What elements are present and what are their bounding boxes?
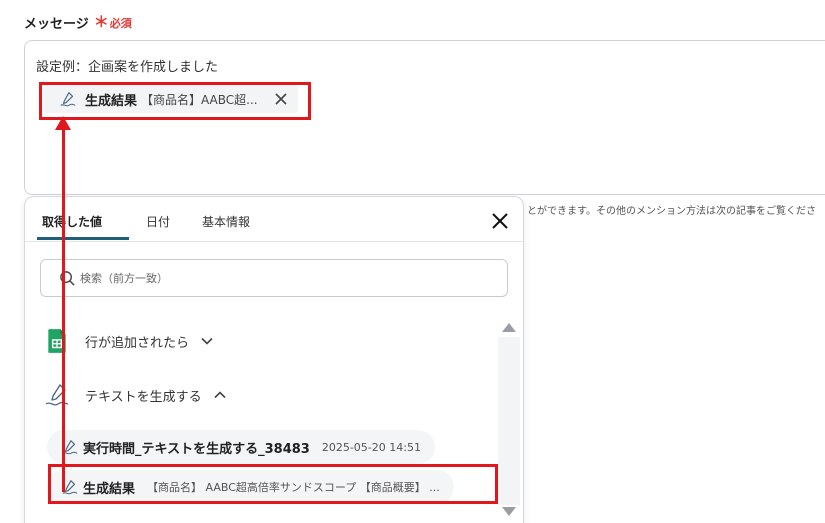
group-label: テキストを生成する xyxy=(85,389,202,405)
active-tab-indicator xyxy=(37,237,129,240)
close-icon[interactable] xyxy=(491,212,509,230)
field-label-text: メッセージ xyxy=(24,17,89,32)
message-text: 設定例：企画案を作成しました xyxy=(36,60,219,75)
scrollbar-track[interactable] xyxy=(498,337,520,505)
item-label: 実行時間_テキストを生成する_38483 xyxy=(83,441,310,457)
required-star: ＊ xyxy=(93,13,109,31)
group-generate-text[interactable]: テキストを生成する xyxy=(45,382,226,408)
group-label: 行が追加されたら xyxy=(85,335,190,351)
highlight-box-chip xyxy=(39,82,311,120)
search-placeholder: 検索（前方一致） xyxy=(80,272,168,285)
arrow-up-icon xyxy=(55,116,71,130)
panel-tabs: 取得した値 日付 基本情報 xyxy=(25,197,523,242)
scroll-up-arrow-icon[interactable] xyxy=(502,323,516,332)
highlight-box-item xyxy=(48,464,498,504)
tab-date[interactable]: 日付 xyxy=(146,213,170,230)
hint-text: とができます。その他のメンション方法は次の記事をご覧くださ xyxy=(527,206,816,217)
group-row-added[interactable]: 行が追加されたら xyxy=(45,328,213,354)
tab-acquired-values[interactable]: 取得した値 xyxy=(42,213,102,230)
search-input[interactable]: 検索（前方一致） xyxy=(40,259,508,297)
annotation-arrow-line xyxy=(62,124,65,492)
ai-pen-icon xyxy=(45,384,69,406)
tab-basic-info[interactable]: 基本情報 xyxy=(202,213,250,230)
required-badge: ＊ 必須 xyxy=(94,15,132,31)
required-text: 必須 xyxy=(109,16,132,30)
scroll-down-arrow-icon[interactable] xyxy=(502,507,516,516)
google-sheets-icon xyxy=(48,329,66,353)
list-item[interactable]: 実行時間_テキストを生成する_38483 2025-05-20 14:51 xyxy=(47,430,435,464)
chevron-down-icon xyxy=(201,337,213,345)
item-value: 2025-05-20 14:51 xyxy=(321,440,421,454)
chevron-up-icon xyxy=(214,391,226,399)
message-field-label: メッセージ ＊ 必須 xyxy=(24,13,132,33)
